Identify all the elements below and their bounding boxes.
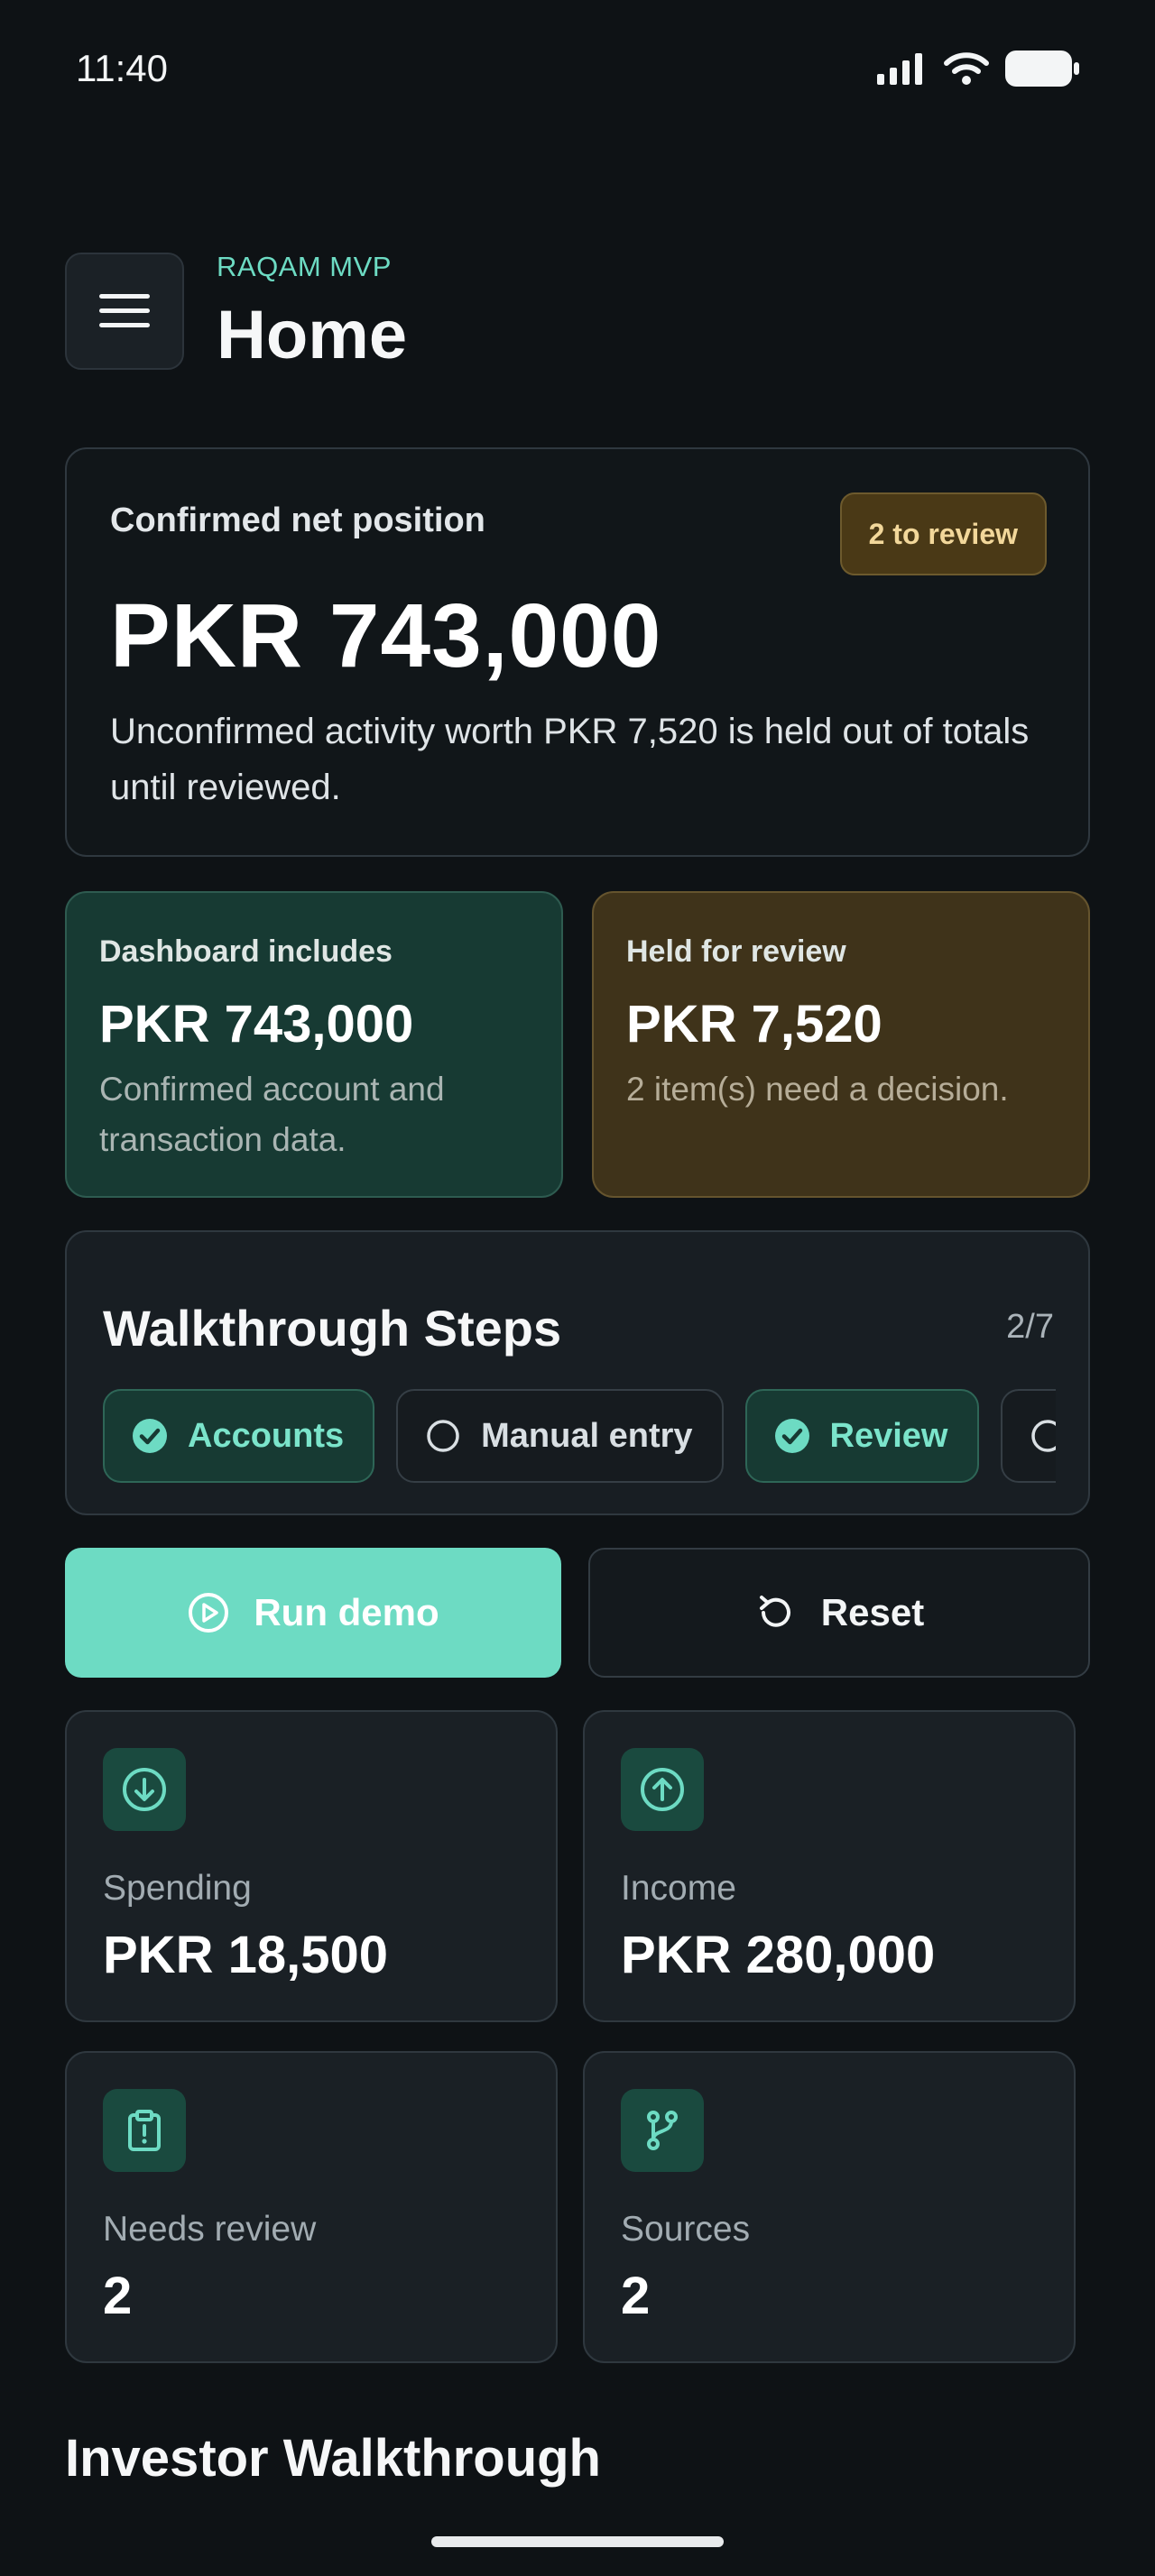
play-circle-icon <box>189 1593 229 1633</box>
walkthrough-steps-card: Walkthrough Steps 2/7 Accounts Manual en… <box>65 1230 1090 1515</box>
stat-label: Income <box>621 1869 736 1908</box>
arrow-down-circle-icon <box>103 1748 186 1831</box>
stat-value: PKR 18,500 <box>103 1926 388 1984</box>
held-for-review-note: 2 item(s) need a decision. <box>626 1071 1009 1108</box>
stat-card-spending[interactable]: Spending PKR 18,500 <box>65 1710 558 2022</box>
walkthrough-progress: 2/7 <box>1006 1308 1054 1346</box>
run-demo-button[interactable]: Run demo <box>65 1548 561 1678</box>
stat-value: 2 <box>103 2267 133 2325</box>
battery-icon <box>1005 51 1079 87</box>
git-branch-icon <box>621 2089 704 2172</box>
app-name: RAQAM MVP <box>217 251 392 282</box>
dashboard-includes-card: Dashboard includes PKR 743,000 Confirmed… <box>65 891 563 1198</box>
status-bar: 11:40 <box>0 0 1155 135</box>
arrow-up-circle-icon <box>621 1748 704 1831</box>
check-circle-icon <box>133 1419 167 1453</box>
status-time: 11:40 <box>76 47 168 89</box>
empty-circle-icon <box>427 1420 459 1452</box>
dashboard-includes-amount: PKR 743,000 <box>99 995 414 1053</box>
stat-card-needs-review[interactable]: Needs review 2 <box>65 2051 558 2363</box>
net-position-amount: PKR 743,000 <box>110 585 662 686</box>
held-for-review-card[interactable]: Held for review PKR 7,520 2 item(s) need… <box>592 891 1090 1198</box>
stat-label: Sources <box>621 2210 751 2249</box>
step-chip-label: Review <box>829 1416 948 1455</box>
net-position-label: Confirmed net position <box>110 501 485 539</box>
refresh-icon <box>759 1596 790 1627</box>
empty-circle-icon <box>1030 1420 1056 1452</box>
held-for-review-amount: PKR 7,520 <box>626 995 882 1053</box>
held-for-review-label: Held for review <box>626 934 846 969</box>
net-position-card: Confirmed net position 2 to review PKR 7… <box>65 447 1090 857</box>
page-title: Home <box>217 297 408 373</box>
reset-button[interactable]: Reset <box>588 1548 1090 1678</box>
wifi-icon <box>944 52 989 85</box>
dashboard-includes-note: Confirmed account and transaction data. <box>99 1071 445 1158</box>
review-badge[interactable]: 2 to review <box>839 492 1047 575</box>
stat-label: Needs review <box>103 2210 317 2249</box>
stat-value: 2 <box>621 2267 651 2325</box>
reset-label: Reset <box>820 1591 925 1633</box>
step-chip-review[interactable]: Review <box>744 1389 979 1483</box>
hamburger-menu-icon <box>99 294 150 327</box>
page-header: RAQAM MVP Home <box>65 251 1090 373</box>
step-chip-next[interactable] <box>1000 1389 1056 1483</box>
run-demo-label: Run demo <box>254 1591 439 1633</box>
signal-icon <box>877 53 922 85</box>
step-chip-accounts[interactable]: Accounts <box>103 1389 375 1483</box>
walkthrough-steps-title: Walkthrough Steps <box>103 1300 562 1357</box>
step-chip-manual-entry[interactable]: Manual entry <box>396 1389 724 1483</box>
check-circle-icon <box>774 1419 809 1453</box>
home-indicator[interactable] <box>431 2536 724 2547</box>
walkthrough-step-chips[interactable]: Accounts Manual entry Review <box>103 1389 1056 1483</box>
stat-value: PKR 280,000 <box>621 1926 936 1984</box>
dashboard-includes-label: Dashboard includes <box>99 934 393 969</box>
stat-card-income[interactable]: Income PKR 280,000 <box>583 1710 1076 2022</box>
clipboard-alert-icon <box>103 2089 186 2172</box>
net-position-note: Unconfirmed activity worth PKR 7,520 is … <box>110 712 1030 807</box>
status-icons <box>877 51 1079 87</box>
stat-label: Spending <box>103 1869 252 1908</box>
stat-card-sources[interactable]: Sources 2 <box>583 2051 1076 2363</box>
menu-button[interactable] <box>65 253 184 370</box>
step-chip-label: Manual entry <box>481 1416 693 1455</box>
investor-walkthrough-title: Investor Walkthrough <box>65 2429 601 2488</box>
step-chip-label: Accounts <box>188 1416 345 1455</box>
